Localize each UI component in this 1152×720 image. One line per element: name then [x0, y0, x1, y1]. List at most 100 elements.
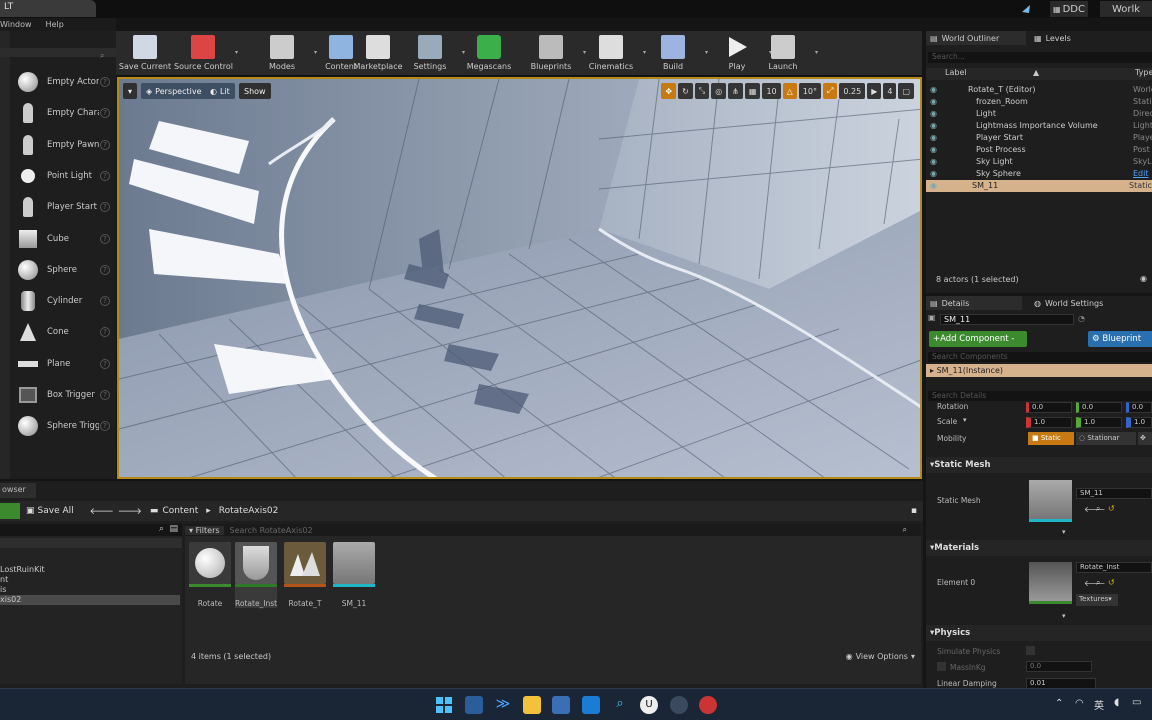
reset-icon[interactable]: ↺: [1108, 578, 1115, 587]
expand-advanced-icon[interactable]: ▾: [1062, 528, 1066, 536]
asset-tile[interactable]: SM_11: [333, 542, 375, 608]
component-instance-row[interactable]: ▸ SM_11(Instance): [926, 364, 1152, 377]
lit-button[interactable]: ◐ Lit: [205, 83, 235, 99]
materials-section[interactable]: ▾ Materials: [926, 540, 1152, 556]
mass-kg-field[interactable]: 0.0: [1026, 661, 1092, 672]
place-item-empty-actor[interactable]: Empty Actor?: [16, 68, 114, 96]
browse-icon[interactable]: ⌕: [1096, 504, 1100, 514]
rotate-mode-icon[interactable]: ↻: [678, 83, 693, 99]
asset-search-input[interactable]: Search RotateAxis02: [230, 526, 903, 535]
back-arrow-icon[interactable]: 🡐: [90, 506, 114, 517]
app-icon[interactable]: [582, 696, 600, 714]
wifi-icon[interactable]: ◠: [1075, 698, 1084, 709]
visibility-eye-icon[interactable]: ◉: [930, 121, 940, 130]
unreal-engine-icon[interactable]: U: [640, 696, 658, 714]
actor-type[interactable]: Edit: [1133, 169, 1149, 178]
visibility-eye-icon[interactable]: ◉: [930, 109, 940, 118]
scale-z-field[interactable]: 1.0: [1126, 417, 1152, 428]
tab-details[interactable]: ▤ Details: [926, 296, 1022, 310]
outliner-row[interactable]: ◉ Player Start Playe: [930, 131, 1152, 143]
mobility-movable-button[interactable]: ✥: [1138, 432, 1152, 445]
scale-mode-icon[interactable]: ⤡: [694, 83, 710, 99]
scale-y-field[interactable]: 1.0: [1076, 417, 1122, 428]
chevron-down-icon[interactable]: ▾: [815, 49, 818, 56]
rotation-y-field[interactable]: 0.0: [1076, 402, 1122, 413]
asset-tile-selected[interactable]: Rotate_Inst: [235, 542, 277, 608]
help-icon[interactable]: ?: [100, 108, 110, 119]
material-picker[interactable]: Rotate_Inst: [1076, 562, 1152, 573]
modes-search-bar[interactable]: [0, 48, 116, 57]
type-column-header[interactable]: Type: [1135, 68, 1152, 77]
save-all-button[interactable]: Save All: [38, 506, 74, 516]
tab-world-settings[interactable]: ◍ World Settings: [1030, 296, 1130, 310]
mobility-stationary-button[interactable]: ◌ Stationar: [1076, 432, 1136, 445]
visibility-eye-icon[interactable]: ◉: [930, 133, 940, 142]
ddc-badge[interactable]: ▦ DDC: [1050, 1, 1088, 17]
textures-dropdown[interactable]: Textures▾: [1076, 594, 1118, 606]
folder-item[interactable]: LostRuinKit: [0, 565, 180, 575]
perspective-button[interactable]: ◈ Perspective: [141, 83, 207, 99]
filters-button[interactable]: ▾ Filters: [185, 525, 224, 535]
translate-mode-icon[interactable]: ✥: [661, 83, 677, 99]
scale-snap-icon[interactable]: ⤢: [822, 83, 838, 99]
build-button[interactable]: Build ▾: [644, 33, 708, 75]
static-mesh-section[interactable]: ▾ Static Mesh: [926, 457, 1152, 473]
file-explorer-icon[interactable]: [523, 696, 541, 714]
menu-window[interactable]: Window: [0, 20, 32, 29]
help-icon[interactable]: ?: [100, 327, 110, 338]
level-viewport[interactable]: ▾ ◈ Perspective ◐ Lit Show ✥ ↻ ⤡ ◎ ⋔ ▦ 10 …: [117, 77, 922, 479]
mass-override-checkbox[interactable]: [937, 662, 946, 671]
details-search-input[interactable]: Search Details: [928, 391, 1152, 401]
tab-levels[interactable]: ▦ Levels: [1030, 31, 1090, 45]
content-browser-tab[interactable]: owser: [0, 483, 36, 498]
place-item-cube[interactable]: Cube?: [16, 225, 114, 253]
help-icon[interactable]: ?: [100, 296, 110, 307]
folder-search-input[interactable]: ⌕ ▤: [0, 524, 182, 536]
level-tab[interactable]: LT: [0, 0, 96, 17]
help-icon[interactable]: ?: [100, 77, 110, 87]
view-options-button[interactable]: ◉ View Options ▾: [846, 652, 915, 661]
help-icon[interactable]: ?: [100, 170, 110, 181]
outliner-row[interactable]: ◉ Sky Sphere Edit: [930, 168, 1152, 180]
grid-snap-icon[interactable]: ▦: [744, 83, 761, 99]
path-leaf[interactable]: RotateAxis02: [219, 506, 279, 516]
launch-button[interactable]: Launch ▾: [754, 33, 818, 75]
start-icon[interactable]: [435, 696, 453, 714]
list-view-icon[interactable]: ▤: [169, 524, 178, 534]
place-item-point-light[interactable]: Point Light?: [16, 162, 114, 190]
help-icon[interactable]: ?: [100, 139, 110, 150]
material-thumbnail[interactable]: [1029, 562, 1072, 604]
media-app-icon[interactable]: [699, 696, 717, 714]
help-icon[interactable]: ?: [100, 264, 110, 275]
asset-tile[interactable]: Rotate: [189, 542, 231, 608]
place-item-box-trigger[interactable]: Box Trigger?: [16, 381, 114, 409]
notification-icon[interactable]: [1020, 1, 1032, 17]
reset-icon[interactable]: ↺: [1108, 504, 1115, 513]
visibility-eye-icon[interactable]: ◉: [930, 85, 940, 94]
menu-help[interactable]: Help: [46, 20, 64, 29]
outliner-row[interactable]: ◉ frozen_Room Static: [930, 95, 1152, 107]
visibility-eye-icon[interactable]: ◉: [930, 157, 940, 166]
simulate-physics-checkbox[interactable]: [1026, 646, 1035, 655]
visibility-eye-icon[interactable]: ◉: [930, 97, 940, 106]
browse-icon[interactable]: ⌕: [1096, 578, 1100, 588]
rotation-snap-icon[interactable]: △: [782, 83, 797, 99]
megascans-button[interactable]: Megascans: [460, 33, 518, 75]
add-component-button[interactable]: +Add Component -: [929, 331, 1027, 347]
outliner-row[interactable]: ◉ Sky Light SkyL: [930, 156, 1152, 168]
static-mesh-picker[interactable]: SM_11: [1076, 488, 1152, 499]
world-space-icon[interactable]: ◎: [711, 83, 727, 99]
blueprints-button[interactable]: Blueprints ▾: [522, 33, 586, 75]
help-icon[interactable]: ?: [100, 421, 110, 432]
visibility-eye-icon[interactable]: ◉: [930, 181, 940, 190]
settings-button[interactable]: Settings ▾: [401, 33, 465, 75]
scale-snap-value[interactable]: 0.25: [839, 83, 866, 99]
outliner-row[interactable]: ◉ Post Process Post: [930, 144, 1152, 156]
use-selected-icon[interactable]: 🡐: [1084, 578, 1105, 588]
camera-speed-icon[interactable]: ▶: [867, 83, 882, 99]
surface-snap-icon[interactable]: ⋔: [728, 83, 743, 99]
notes-app-icon[interactable]: [465, 696, 483, 714]
visibility-eye-icon[interactable]: ◉: [930, 145, 940, 154]
help-icon[interactable]: ?: [100, 390, 110, 400]
physics-section[interactable]: ▾ Physics: [926, 625, 1152, 641]
